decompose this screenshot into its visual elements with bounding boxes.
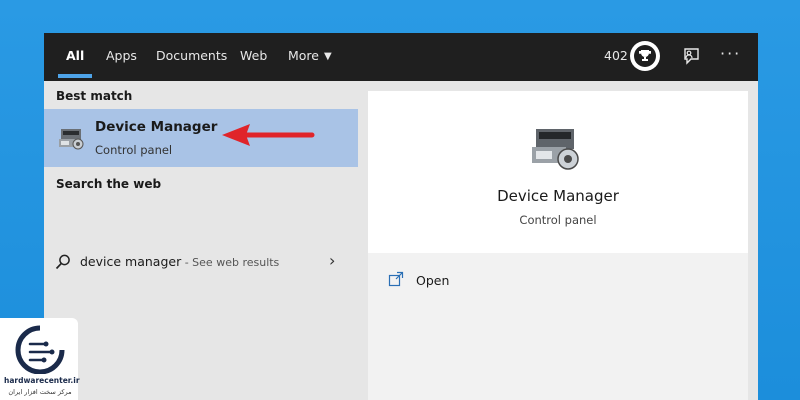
search-tabs-bar: All Apps Documents Web More ▼ 402 ···	[44, 33, 758, 81]
tab-more[interactable]: More ▼	[288, 33, 332, 81]
device-manager-large-icon	[532, 129, 579, 170]
search-icon	[55, 254, 70, 270]
rewards-points: 402	[604, 48, 628, 63]
preview-card: Device Manager Control panel	[368, 91, 748, 253]
web-results-hint: - See web results	[181, 256, 280, 269]
feedback-icon[interactable]	[680, 46, 702, 68]
web-query-text: device manager	[80, 254, 182, 269]
chevron-right-icon[interactable]: ›	[329, 251, 335, 270]
active-tab-indicator	[58, 74, 92, 78]
more-options-icon[interactable]: ···	[720, 33, 741, 75]
open-label: Open	[416, 273, 450, 288]
red-arrow-annotation	[222, 124, 315, 146]
tab-documents[interactable]: Documents	[156, 33, 227, 81]
preview-pane: Device Manager Control panel Open	[368, 91, 748, 400]
site-watermark: hardwarecenter.ir مرکز سخت افزار ایران	[0, 318, 80, 400]
hardwarecenter-logo-icon	[15, 325, 65, 374]
device-manager-icon	[59, 129, 84, 150]
watermark-site: hardwarecenter.ir	[4, 376, 80, 385]
best-match-title: Device Manager	[95, 119, 218, 135]
tab-apps[interactable]: Apps	[106, 33, 137, 81]
tab-web[interactable]: Web	[240, 33, 267, 81]
watermark-tagline: مرکز سخت افزار ایران	[8, 388, 72, 396]
trophy-badge-icon[interactable]	[630, 41, 660, 71]
preview-title: Device Manager	[497, 187, 619, 205]
search-window: All Apps Documents Web More ▼ 402 ··· Bes…	[44, 33, 758, 400]
best-match-heading: Best match	[56, 89, 133, 103]
search-web-heading: Search the web	[56, 177, 162, 191]
open-icon	[388, 271, 404, 287]
web-search-result[interactable]: device manager - See web results ›	[44, 248, 358, 276]
preview-subtitle: Control panel	[519, 213, 597, 227]
best-match-subtitle: Control panel	[95, 143, 173, 157]
caret-down-icon: ▼	[324, 51, 332, 62]
